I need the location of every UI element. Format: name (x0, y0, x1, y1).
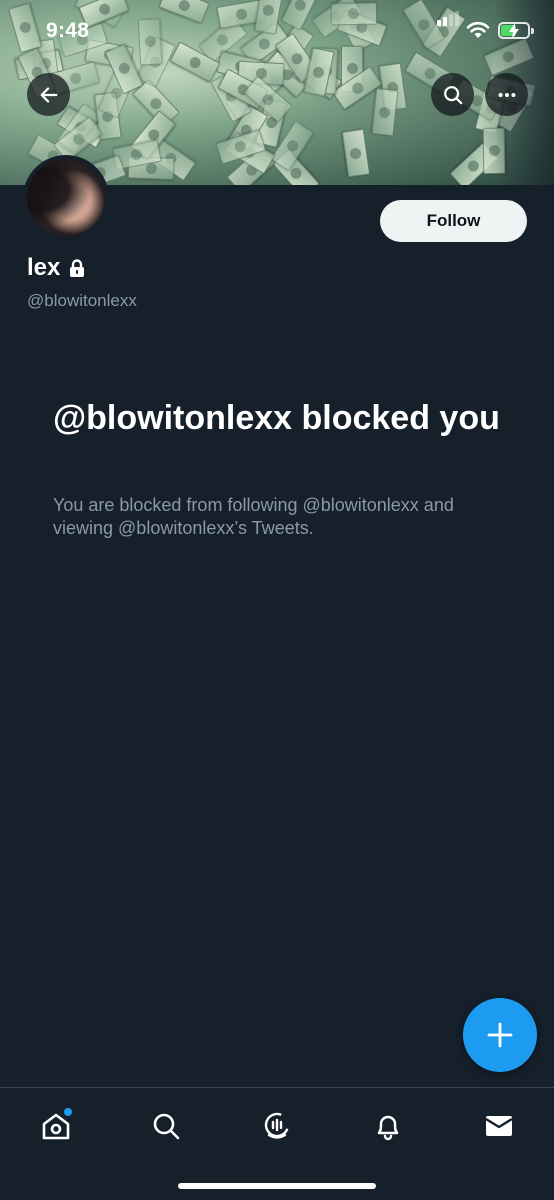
compose-tweet-button[interactable] (463, 998, 537, 1072)
display-name: lex (27, 254, 85, 282)
home-notification-dot (64, 1108, 72, 1116)
bell-icon (377, 1115, 399, 1141)
arrow-left-icon (40, 86, 57, 103)
nav-search[interactable] (146, 1106, 186, 1146)
banner-bill (137, 18, 163, 66)
more-button[interactable] (485, 73, 528, 116)
lock-icon (69, 259, 85, 277)
banner-bill (371, 87, 399, 137)
banner-bill (158, 0, 210, 24)
battery-charging-icon (498, 22, 534, 39)
user-handle: @blowitonlexx (27, 291, 137, 310)
blocked-title: @blowitonlexx blocked you (53, 399, 500, 437)
blocked-description: You are blocked from following @blowiton… (53, 495, 454, 538)
display-name-text: lex (27, 254, 61, 281)
follow-button[interactable]: Follow (380, 200, 527, 242)
back-button[interactable] (27, 73, 70, 116)
spaces-icon (264, 1112, 290, 1139)
search-button[interactable] (431, 73, 474, 116)
search-icon (443, 85, 462, 104)
nav-notifications[interactable] (368, 1106, 408, 1146)
avatar-image (27, 159, 105, 237)
banner-bill (341, 128, 371, 178)
more-horizontal-icon (498, 92, 515, 97)
home-indicator (178, 1183, 376, 1189)
banner-bill (8, 2, 42, 54)
avatar[interactable] (23, 155, 109, 241)
nav-messages[interactable] (479, 1106, 519, 1146)
nav-spaces[interactable] (257, 1106, 297, 1146)
search-icon (153, 1113, 180, 1140)
status-time: 9:48 (46, 19, 90, 42)
mail-icon (485, 1116, 513, 1136)
plus-icon (487, 1022, 513, 1048)
wifi-icon (466, 21, 490, 44)
banner-bill (330, 2, 378, 26)
nav-home[interactable] (36, 1106, 76, 1146)
